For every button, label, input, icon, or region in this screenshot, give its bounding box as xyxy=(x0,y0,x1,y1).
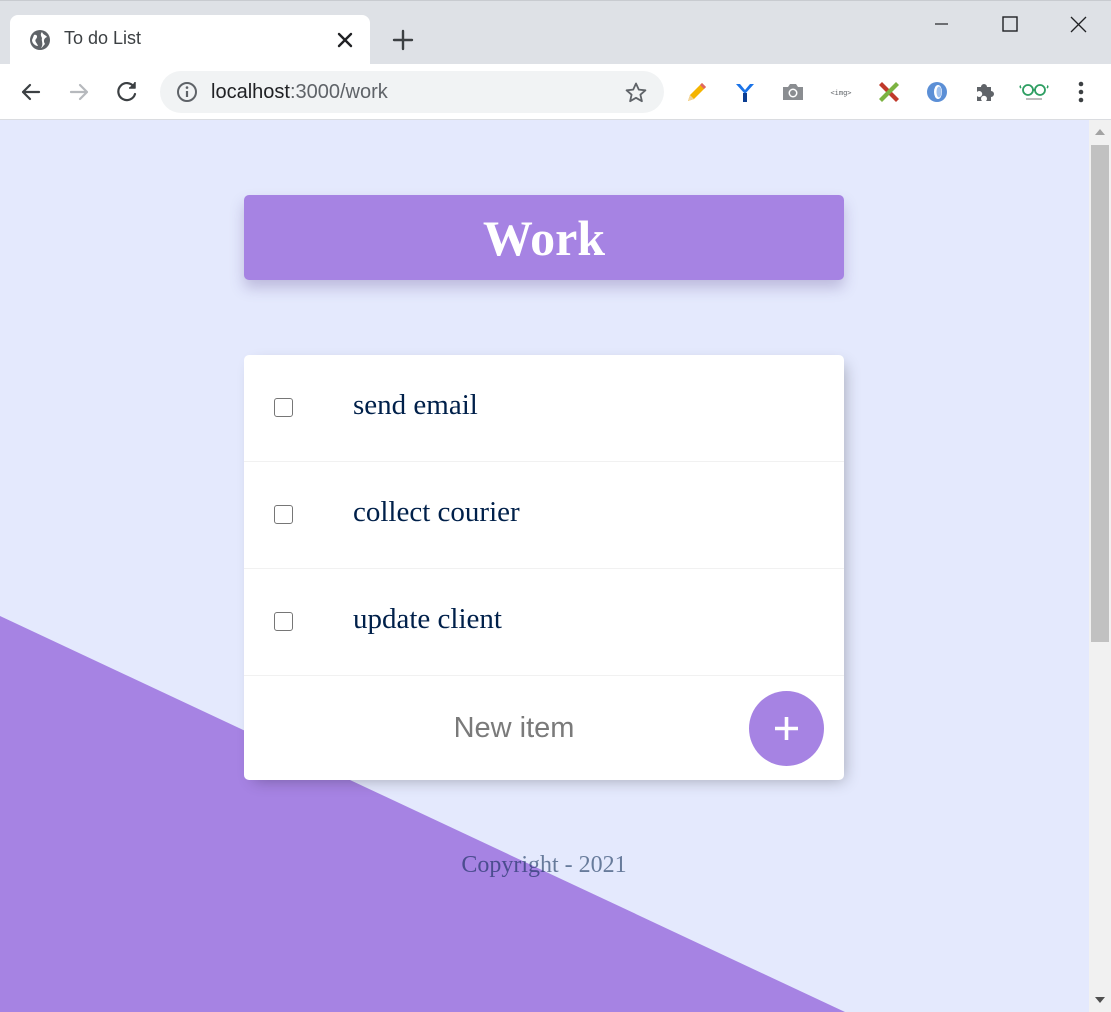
address-bar[interactable]: localhost:3000/work xyxy=(160,71,664,113)
footer-copyright: Copyright - 2021 xyxy=(461,852,627,878)
globe-icon xyxy=(30,30,50,50)
reload-icon[interactable] xyxy=(113,78,141,106)
todo-item-text: collect courier xyxy=(353,496,520,528)
browser-tab[interactable]: To do List xyxy=(10,15,370,65)
bookmark-star-icon[interactable] xyxy=(624,81,648,105)
close-tab-icon[interactable] xyxy=(334,29,356,51)
todo-checkbox[interactable] xyxy=(274,612,293,631)
glasses-icon[interactable] xyxy=(1019,78,1049,106)
add-item-button[interactable] xyxy=(749,691,824,766)
forward-arrow-icon[interactable] xyxy=(65,78,93,106)
y-logo-icon[interactable] xyxy=(731,78,759,106)
img-tag-icon[interactable]: <img> xyxy=(827,78,855,106)
info-icon[interactable] xyxy=(176,81,198,103)
kebab-menu-icon[interactable] xyxy=(1068,78,1094,106)
scroll-thumb[interactable] xyxy=(1091,145,1109,642)
todo-card: send email collect courier update client… xyxy=(244,355,844,780)
todo-checkbox[interactable] xyxy=(274,398,293,417)
new-item-input[interactable]: New item xyxy=(354,700,674,756)
url-path: :3000/work xyxy=(289,81,388,103)
puzzle-icon[interactable] xyxy=(971,78,999,106)
ruler-cross-icon[interactable] xyxy=(875,78,903,106)
window-close-icon[interactable] xyxy=(1055,9,1101,39)
minimize-icon[interactable] xyxy=(918,9,964,39)
new-item-form: New item xyxy=(244,676,844,780)
page-title: Work xyxy=(482,209,606,266)
scroll-up-arrow-icon[interactable] xyxy=(1089,122,1111,142)
todo-item-text: update client xyxy=(353,603,502,635)
blue-ring-icon[interactable] xyxy=(923,78,951,106)
camera-icon[interactable] xyxy=(779,78,807,106)
todo-checkbox[interactable] xyxy=(274,505,293,524)
svg-text:<img>: <img> xyxy=(830,89,851,97)
browser-toolbar: localhost:3000/work <img> xyxy=(0,64,1111,120)
page-scrollbar[interactable] xyxy=(1089,120,1111,1012)
tab-title: To do List xyxy=(64,28,142,48)
url-host: localhost xyxy=(211,81,290,103)
todo-item: send email xyxy=(244,355,844,462)
url-text[interactable]: localhost:3000/work xyxy=(211,81,388,104)
pencil-icon[interactable] xyxy=(683,78,711,106)
scroll-down-arrow-icon[interactable] xyxy=(1089,990,1111,1010)
back-arrow-icon[interactable] xyxy=(17,78,45,106)
page-viewport: Work send email collect courier update c… xyxy=(0,120,1089,1012)
plus-icon xyxy=(775,717,798,740)
new-tab-icon[interactable] xyxy=(390,27,416,53)
maximize-icon[interactable] xyxy=(987,9,1033,39)
todo-item: collect courier xyxy=(244,462,844,569)
heading-box: Work xyxy=(244,195,844,280)
todo-item-text: send email xyxy=(353,389,478,421)
todo-item: update client xyxy=(244,569,844,676)
tab-strip: To do List xyxy=(0,0,1111,65)
